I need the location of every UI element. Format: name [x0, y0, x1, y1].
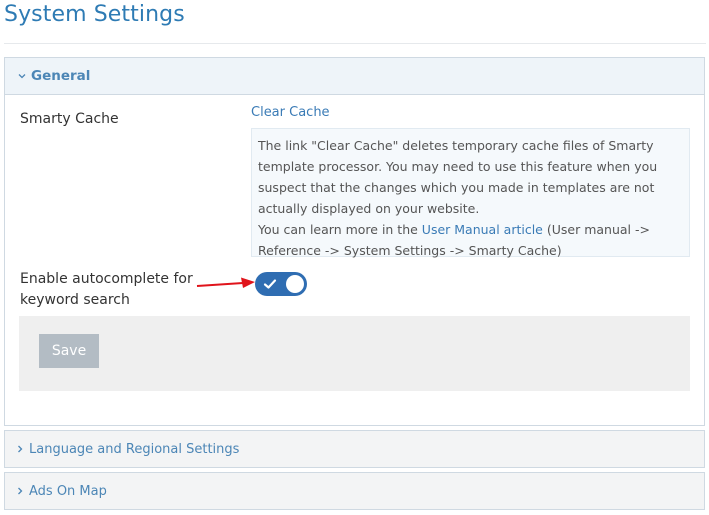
smarty-cache-help: The link "Clear Cache" deletes temporary… [251, 128, 690, 258]
chevron-right-icon [13, 484, 27, 498]
general-panel-header[interactable]: General [5, 58, 704, 95]
check-icon [263, 279, 277, 289]
language-panel-title: Language and Regional Settings [29, 441, 240, 457]
page-title: System Settings [4, 2, 185, 27]
ads-on-map-panel-header[interactable]: Ads On Map [5, 473, 704, 509]
autocomplete-label: Enable autocomplete for keyword search [20, 271, 193, 308]
clear-cache-link[interactable]: Clear Cache [251, 105, 330, 120]
ads-on-map-panel: Ads On Map [4, 472, 705, 510]
general-panel-title: General [31, 68, 91, 84]
chevron-right-icon [13, 442, 27, 456]
help-text: The link "Clear Cache" deletes temporary… [258, 138, 658, 216]
toggle-knob [286, 275, 304, 293]
autocomplete-toggle[interactable] [255, 272, 307, 296]
language-panel: Language and Regional Settings [4, 430, 705, 468]
user-manual-link[interactable]: User Manual article [422, 222, 543, 237]
red-arrow-icon [196, 277, 255, 288]
chevron-down-icon [15, 69, 29, 83]
smarty-cache-label: Smarty Cache [20, 111, 119, 127]
general-panel: General Smarty Cache Clear Cache The lin… [4, 57, 705, 426]
save-button[interactable]: Save [39, 334, 99, 368]
language-panel-header[interactable]: Language and Regional Settings [5, 431, 704, 467]
help-text-prefix: You can learn more in the [258, 222, 422, 237]
ads-on-map-panel-title: Ads On Map [29, 483, 107, 499]
form-actions: Save [19, 316, 690, 391]
title-divider [4, 43, 706, 44]
